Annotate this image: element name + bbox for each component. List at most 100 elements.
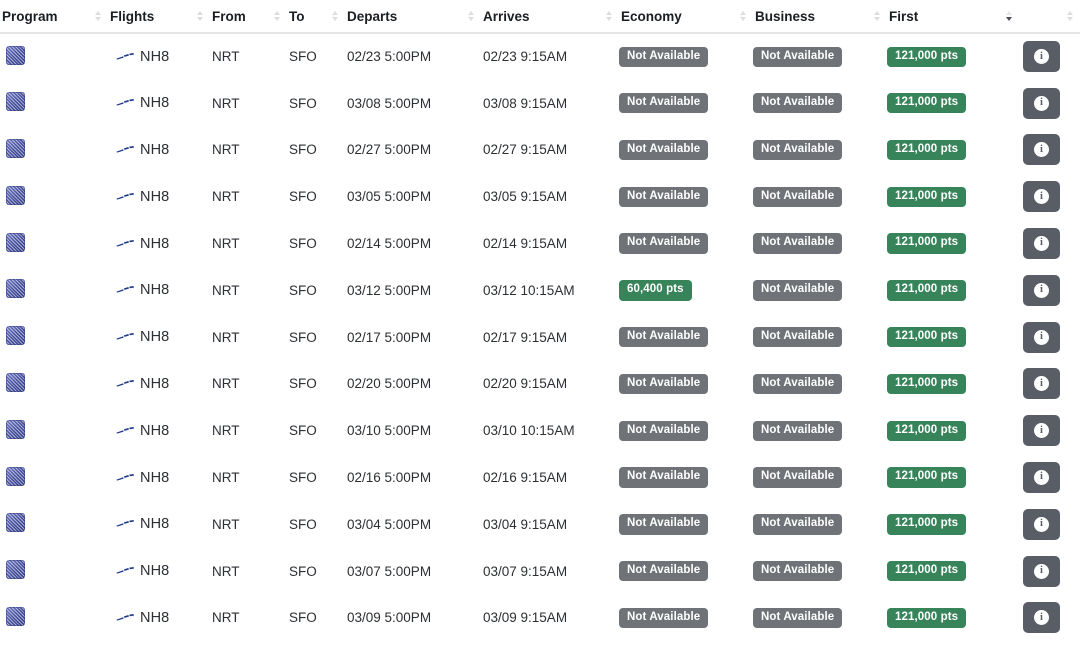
cell-to: SFO xyxy=(287,79,345,127)
sort-none-icon[interactable] xyxy=(272,10,281,22)
ana-program-logo-icon xyxy=(6,466,25,486)
sort-none-icon[interactable] xyxy=(1065,10,1074,22)
column-header-program[interactable]: Program xyxy=(0,0,108,34)
sort-none-icon[interactable] xyxy=(466,10,475,22)
cell-to: SFO xyxy=(287,33,345,80)
flight-details-info-button[interactable]: i xyxy=(1023,87,1060,119)
cell-first-badge[interactable]: 121,000 pts xyxy=(887,373,967,395)
table-row[interactable]: NH8 NRT SFO 03/07 5:00PM 03/07 9:15AM Not Ava… xyxy=(0,547,1080,595)
flight-details-info-button[interactable]: i xyxy=(1023,508,1060,540)
ana-program-logo-icon xyxy=(6,138,25,158)
table-row[interactable]: NH8 NRT SFO 03/05 5:00PM 03/05 9:15AM Not Ava… xyxy=(0,173,1080,221)
cell-business: Not Available xyxy=(753,126,887,174)
flight-details-info-button[interactable]: i xyxy=(1023,274,1060,306)
sort-none-icon[interactable] xyxy=(604,10,613,22)
sort-none-icon[interactable] xyxy=(93,10,102,22)
sort-none-icon[interactable] xyxy=(330,10,339,22)
cell-first-badge[interactable]: 121,000 pts xyxy=(887,607,967,629)
info-icon: i xyxy=(1034,610,1049,626)
table-header-row: Program Flights From To Departs Arrives Econom… xyxy=(0,0,1080,34)
flight-details-info-button[interactable]: i xyxy=(1023,368,1060,400)
table-row[interactable]: NH8 NRT SFO 02/27 5:00PM 02/27 9:15AM Not Ava… xyxy=(0,126,1080,174)
table-row[interactable]: NH8 NRT SFO 03/10 5:00PM 03/10 10:15AM Not Av… xyxy=(0,407,1080,455)
cell-economy-badge[interactable]: 60,400 pts xyxy=(619,280,692,301)
sort-none-icon[interactable] xyxy=(195,10,204,22)
table-row[interactable]: NH8 NRT SFO 02/23 5:00PM 02/23 9:15AM Not Ava… xyxy=(0,33,1080,80)
column-header-first[interactable]: First xyxy=(887,0,1019,34)
column-header-flights[interactable]: Flights xyxy=(108,0,210,34)
table-row[interactable]: NH8 NRT SFO 03/04 5:00PM 03/04 9:15AM Not Ava… xyxy=(0,500,1080,548)
flight-details-info-button[interactable]: i xyxy=(1023,415,1060,447)
cell-first-badge[interactable]: 121,000 pts xyxy=(887,92,967,114)
cell-first-badge[interactable]: 121,000 pts xyxy=(887,420,967,442)
cell-flights[interactable]: NH8 xyxy=(108,79,210,127)
flight-number: NH8 xyxy=(140,469,170,486)
cell-flights[interactable]: NH8 xyxy=(108,220,210,267)
cell-from: NRT xyxy=(210,454,287,501)
cell-first-badge[interactable]: 121,000 pts xyxy=(887,280,967,301)
cell-first: 121,000 pts xyxy=(887,126,1019,174)
cell-flights[interactable]: NH8 xyxy=(108,313,210,361)
ana-program-logo-icon xyxy=(6,560,25,580)
table-row[interactable]: NH8 NRT SFO 02/14 5:00PM 02/14 9:15AM Not Ava… xyxy=(0,220,1080,267)
cell-first-badge[interactable]: 121,000 pts xyxy=(887,467,967,488)
cell-first-badge[interactable]: 121,000 pts xyxy=(887,186,967,208)
column-header-departs[interactable]: Departs xyxy=(345,0,481,34)
cell-flights[interactable]: NH8 xyxy=(108,500,210,548)
table-row[interactable]: NH8 NRT SFO 02/16 5:00PM 02/16 9:15AM Not Ava… xyxy=(0,454,1080,501)
flight-details-info-button[interactable]: i xyxy=(1023,321,1060,353)
cell-economy: Not Available xyxy=(619,173,753,221)
award-availability-table: Program Flights From To Departs Arrives Econom… xyxy=(0,0,1080,642)
cell-program xyxy=(0,500,108,548)
cell-business-badge: Not Available xyxy=(753,233,843,254)
table-row[interactable]: NH8 NRT SFO 03/12 5:00PM 03/12 10:15AM 60,400… xyxy=(0,266,1080,314)
cell-program xyxy=(0,266,108,314)
cell-first-badge[interactable]: 121,000 pts xyxy=(887,46,967,68)
cell-arrives: 03/08 9:15AM xyxy=(481,79,619,127)
column-header-to[interactable]: To xyxy=(287,0,345,34)
flight-details-info-button[interactable]: i xyxy=(1023,602,1060,634)
cell-economy: Not Available xyxy=(619,360,753,408)
info-icon: i xyxy=(1034,282,1049,298)
flight-details-info-button[interactable]: i xyxy=(1023,134,1060,166)
cell-departs-value: 02/14 5:00PM xyxy=(347,236,432,252)
cell-to-value: SFO xyxy=(289,49,317,65)
cell-economy-badge: Not Available xyxy=(619,607,709,629)
cell-flights[interactable]: NH8 xyxy=(108,173,210,221)
flight-details-info-button[interactable]: i xyxy=(1023,462,1060,494)
flight-details-info-button[interactable]: i xyxy=(1023,181,1060,213)
cell-first-badge[interactable]: 121,000 pts xyxy=(887,560,967,582)
flight-details-info-button[interactable]: i xyxy=(1023,228,1060,260)
cell-flights[interactable]: NH8 xyxy=(108,126,210,174)
cell-flights[interactable]: NH8 xyxy=(108,454,210,501)
sort-desc-icon[interactable] xyxy=(1004,10,1013,22)
cell-departs-value: 03/10 5:00PM xyxy=(347,423,432,439)
table-row[interactable]: NH8 NRT SFO 02/17 5:00PM 02/17 9:15AM Not Ava… xyxy=(0,313,1080,361)
cell-flights[interactable]: NH8 xyxy=(108,407,210,455)
table-row[interactable]: NH8 NRT SFO 02/20 5:00PM 02/20 9:15AM Not Ava… xyxy=(0,360,1080,408)
cell-first-badge[interactable]: 121,000 pts xyxy=(887,514,967,535)
sort-none-icon[interactable] xyxy=(738,10,747,22)
cell-flights[interactable]: NH8 xyxy=(108,266,210,314)
info-icon: i xyxy=(1034,142,1049,158)
column-header-from[interactable]: From xyxy=(210,0,287,34)
flight-details-info-button[interactable]: i xyxy=(1023,555,1060,587)
cell-flights[interactable]: NH8 xyxy=(108,360,210,408)
cell-from-value: NRT xyxy=(212,236,240,252)
column-header-business[interactable]: Business xyxy=(753,0,887,34)
cell-first-badge[interactable]: 121,000 pts xyxy=(887,326,967,348)
cell-flights[interactable]: NH8 xyxy=(108,547,210,595)
cell-first-badge[interactable]: 121,000 pts xyxy=(887,139,967,161)
sort-none-icon[interactable] xyxy=(872,10,881,22)
cell-first-badge[interactable]: 121,000 pts xyxy=(887,233,967,254)
column-header-actions[interactable] xyxy=(1019,0,1080,34)
table-row[interactable]: NH8 NRT SFO 03/09 5:00PM 03/09 9:15AM Not Ava… xyxy=(0,594,1080,642)
cell-flights[interactable]: NH8 xyxy=(108,33,210,80)
cell-economy-badge: Not Available xyxy=(619,514,709,535)
flight-number: NH8 xyxy=(140,188,170,205)
column-header-economy[interactable]: Economy xyxy=(619,0,753,34)
cell-flights[interactable]: NH8 xyxy=(108,594,210,642)
table-row[interactable]: NH8 NRT SFO 03/08 5:00PM 03/08 9:15AM Not Ava… xyxy=(0,79,1080,127)
flight-details-info-button[interactable]: i xyxy=(1023,41,1060,73)
column-header-arrives[interactable]: Arrives xyxy=(481,0,619,34)
